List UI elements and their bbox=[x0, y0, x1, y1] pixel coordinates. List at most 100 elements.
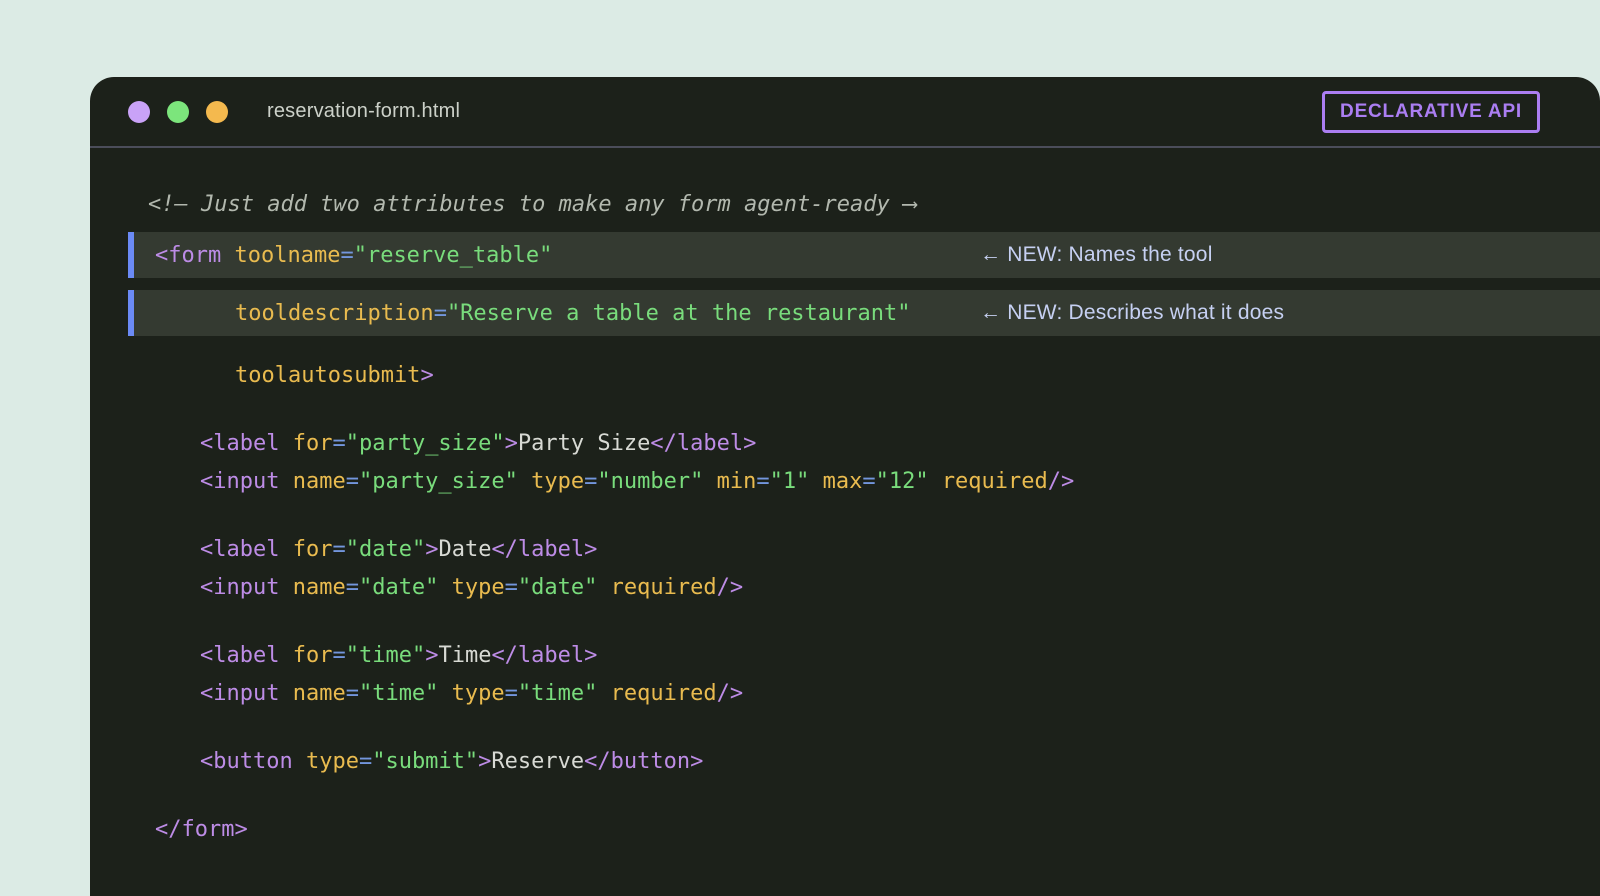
code-line: <label for="date">Date</label> bbox=[200, 530, 1600, 568]
code-token-attr: for bbox=[293, 537, 333, 562]
code-token-tag: <label bbox=[200, 537, 293, 562]
code-blank-line bbox=[90, 712, 1600, 742]
code-token-punct: = bbox=[346, 681, 359, 706]
code-token-punct: = bbox=[340, 243, 353, 268]
code-token-attr: for bbox=[293, 431, 333, 456]
declarative-api-badge: DECLARATIVE API bbox=[1322, 91, 1540, 133]
code-token-tag: <button bbox=[200, 749, 306, 774]
code-line: toolautosubmit> bbox=[235, 356, 1600, 394]
code-token-tag: </label> bbox=[491, 537, 597, 562]
code-token-punct: = bbox=[862, 469, 875, 494]
code-blank-line bbox=[90, 500, 1600, 530]
code-token-tag: > bbox=[425, 643, 438, 668]
code-token-tag: <label bbox=[200, 643, 293, 668]
window-titlebar: reservation-form.html DECLARATIVE API bbox=[90, 77, 1600, 148]
code-token-str: "submit" bbox=[372, 749, 478, 774]
code-token-attr: name bbox=[293, 469, 346, 494]
code-line: <input name="time" type="time" required/… bbox=[200, 674, 1600, 712]
window-dot-minimize-icon[interactable] bbox=[167, 101, 189, 123]
code-token-attr: toolname bbox=[234, 243, 340, 268]
code-line: <input name="party_size" type="number" m… bbox=[200, 462, 1600, 500]
code-token-attr: type bbox=[452, 575, 505, 600]
code-token-tag: <input bbox=[200, 681, 293, 706]
code-line: <!— Just add two attributes to make any … bbox=[148, 185, 1600, 223]
code-token-tag: </button> bbox=[584, 749, 703, 774]
highlight-annotation: ← NEW: Describes what it does bbox=[980, 301, 1284, 325]
code-token-tag: <label bbox=[200, 431, 293, 456]
code-token-str: "date" bbox=[518, 575, 611, 600]
code-blank-line bbox=[90, 394, 1600, 424]
code-token-tag: <input bbox=[200, 469, 293, 494]
code-token-attr: type bbox=[306, 749, 359, 774]
code-blank-line bbox=[90, 780, 1600, 810]
code-token-txt: Date bbox=[438, 537, 491, 562]
page-background: reservation-form.html DECLARATIVE API <!… bbox=[0, 0, 1600, 896]
code-token-punct: = bbox=[756, 469, 769, 494]
code-token-attr: required bbox=[942, 469, 1048, 494]
code-token-comment: <!— Just add two attributes to make any … bbox=[148, 192, 916, 217]
code-token-str: "1" bbox=[770, 469, 823, 494]
code-token-attr: name bbox=[293, 575, 346, 600]
code-token-punct: = bbox=[332, 537, 345, 562]
code-token-punct: = bbox=[346, 469, 359, 494]
code-token-tag: </label> bbox=[491, 643, 597, 668]
code-token-punct: = bbox=[346, 575, 359, 600]
code-token-punct: = bbox=[359, 749, 372, 774]
code-token-tag: > bbox=[478, 749, 491, 774]
code-token-tag: /> bbox=[717, 681, 744, 706]
code-token-str: "12" bbox=[876, 469, 942, 494]
code-token-str: "time" bbox=[346, 643, 425, 668]
code-token-punct: = bbox=[505, 575, 518, 600]
code-token-attr: type bbox=[452, 681, 505, 706]
code-line: </form> bbox=[155, 810, 1600, 848]
code-token-tag: /> bbox=[717, 575, 744, 600]
code-line: <input name="date" type="date" required/… bbox=[200, 568, 1600, 606]
code-token-punct: = bbox=[332, 643, 345, 668]
code-token-str: "reserve_table" bbox=[354, 243, 553, 268]
code-token-str: "Reserve a table at the restaurant" bbox=[447, 301, 911, 326]
code-token-tag: </label> bbox=[650, 431, 756, 456]
code-token-str: "party_size" bbox=[346, 431, 505, 456]
code-token-tag: <input bbox=[200, 575, 293, 600]
code-token-tag: > bbox=[425, 537, 438, 562]
editor-window: reservation-form.html DECLARATIVE API <!… bbox=[90, 77, 1600, 896]
code-token-attr: type bbox=[531, 469, 584, 494]
code-token-punct: = bbox=[434, 301, 447, 326]
code-token-str: "date" bbox=[359, 575, 452, 600]
code-token-attr: min bbox=[717, 469, 757, 494]
code-token-str: "party_size" bbox=[359, 469, 531, 494]
code-blank-line bbox=[90, 606, 1600, 636]
code-token-attr: required bbox=[611, 681, 717, 706]
code-token-punct: = bbox=[505, 681, 518, 706]
code-line: <label for="time">Time</label> bbox=[200, 636, 1600, 674]
code-token-str: "number" bbox=[597, 469, 716, 494]
window-title: reservation-form.html bbox=[267, 100, 460, 123]
code-line: <label for="party_size">Party Size</labe… bbox=[200, 424, 1600, 462]
code-token-txt: Party Size bbox=[518, 431, 650, 456]
code-token-txt: Reserve bbox=[491, 749, 584, 774]
highlight-annotation: ← NEW: Names the tool bbox=[980, 243, 1213, 267]
code-token-tag: <form bbox=[155, 243, 234, 268]
code-token-attr: max bbox=[823, 469, 863, 494]
code-token-attr: toolautosubmit bbox=[235, 363, 420, 388]
code-token-tag: > bbox=[420, 363, 433, 388]
code-token-attr: name bbox=[293, 681, 346, 706]
code-line-highlighted: <form toolname="reserve_table" ← NEW: Nam… bbox=[128, 232, 1600, 278]
code-token-tag: </form> bbox=[155, 817, 248, 842]
window-dot-maximize-icon[interactable] bbox=[206, 101, 228, 123]
code-token-attr: required bbox=[611, 575, 717, 600]
code-token-txt: Time bbox=[438, 643, 491, 668]
window-dot-close-icon[interactable] bbox=[128, 101, 150, 123]
code-token-tag: > bbox=[505, 431, 518, 456]
code-token-attr: for bbox=[293, 643, 333, 668]
code-token-str: "time" bbox=[518, 681, 611, 706]
code-line: <button type="submit">Reserve</button> bbox=[200, 742, 1600, 780]
code-token-attr: tooldescription bbox=[235, 301, 434, 326]
code-area: <!— Just add two attributes to make any … bbox=[90, 148, 1600, 848]
code-token-punct: = bbox=[584, 469, 597, 494]
code-line-highlighted: tooldescription="Reserve a table at the … bbox=[128, 290, 1600, 336]
code-token-str: "time" bbox=[359, 681, 452, 706]
code-token-punct: = bbox=[332, 431, 345, 456]
code-token-tag: /> bbox=[1048, 469, 1075, 494]
code-token-str: "date" bbox=[346, 537, 425, 562]
